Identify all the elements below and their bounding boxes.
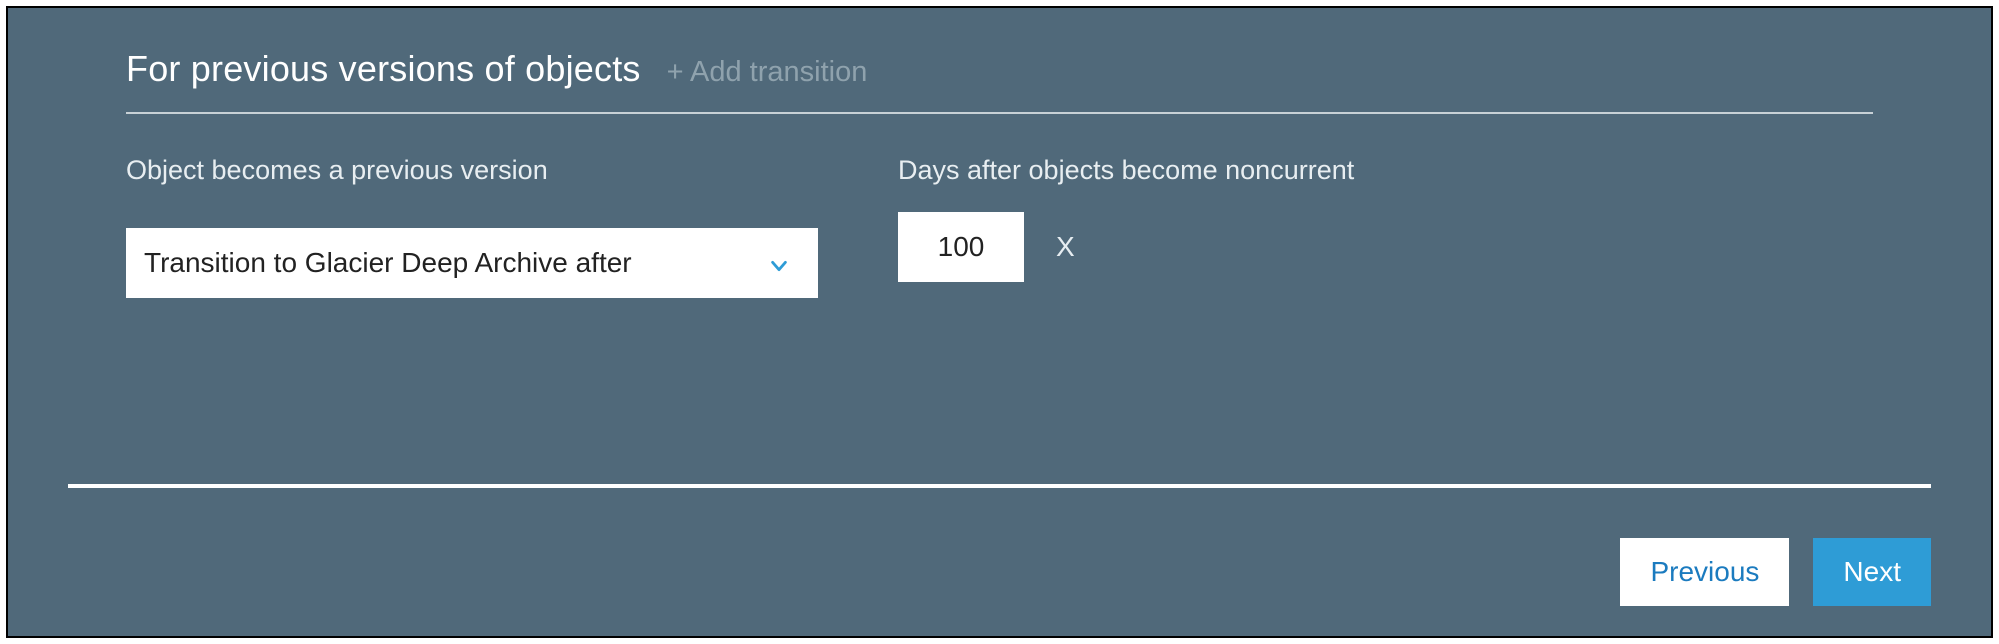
add-transition-button[interactable]: + Add transition xyxy=(667,56,868,89)
days-row: X xyxy=(898,212,1354,282)
section-divider xyxy=(68,484,1931,488)
wizard-footer: Previous Next xyxy=(1620,538,1931,606)
chevron-down-icon xyxy=(768,252,790,274)
transition-select-value: Transition to Glacier Deep Archive after xyxy=(144,247,632,279)
days-input[interactable] xyxy=(898,212,1024,282)
transition-select[interactable]: Transition to Glacier Deep Archive after xyxy=(126,228,818,298)
section-header: For previous versions of objects + Add t… xyxy=(126,48,1873,114)
next-button[interactable]: Next xyxy=(1813,538,1931,606)
days-field-group: Days after objects become noncurrent X xyxy=(898,152,1354,282)
section-title: For previous versions of objects xyxy=(126,48,641,90)
transition-field-label: Object becomes a previous version xyxy=(126,152,666,188)
lifecycle-previous-versions-panel: For previous versions of objects + Add t… xyxy=(6,6,1993,638)
transition-field-group: Object becomes a previous version Transi… xyxy=(126,152,818,298)
days-field-label: Days after objects become noncurrent xyxy=(898,152,1354,188)
fields-row: Object becomes a previous version Transi… xyxy=(126,152,1873,298)
previous-button[interactable]: Previous xyxy=(1620,538,1789,606)
remove-transition-button[interactable]: X xyxy=(1048,225,1083,269)
